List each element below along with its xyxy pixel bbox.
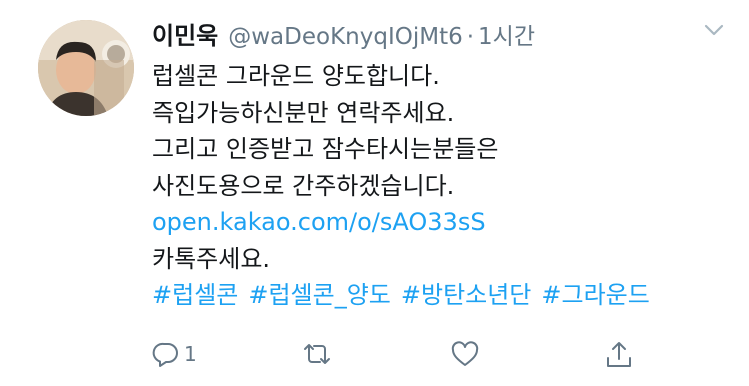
tweet-text: 럽셀콘 그라운드 양도합니다. 즉입가능하신분만 연락주세요. 그리고 인증받고…	[152, 58, 732, 314]
hashtag[interactable]: #방탄소년단	[401, 281, 532, 309]
reply-count: 1	[184, 342, 197, 366]
tweet: 이민욱 @waDeoKnyqIOjMt6 · 1시간 럽셀콘 그라운드 양도합니…	[0, 0, 749, 386]
tweet-line: 사진도용으로 간주하겠습니다.	[152, 171, 455, 200]
tweet-link[interactable]: open.kakao.com/o/sAO33sS	[152, 204, 732, 241]
avatar-photo	[38, 20, 134, 116]
tweet-line: 럽셀콘 그라운드 양도합니다.	[152, 62, 440, 90]
user-handle[interactable]: @waDeoKnyqIOjMt6	[228, 24, 462, 50]
action-bar: 1	[152, 340, 642, 380]
retweet-icon	[304, 344, 330, 364]
share-button[interactable]	[604, 340, 634, 370]
like-button[interactable]	[450, 340, 480, 368]
reply-button[interactable]: 1	[152, 340, 197, 368]
hashtag-list: #럽셀콘 #럽셀콘_양도 #방탄소년단 #그라운드	[152, 277, 732, 314]
user-name[interactable]: 이민욱	[152, 16, 218, 51]
tweet-line: 그리고 인증받고 잠수타시는분들은	[152, 135, 499, 163]
reply-icon	[152, 342, 178, 367]
tweet-header: 이민욱 @waDeoKnyqIOjMt6 · 1시간	[152, 16, 535, 51]
timestamp[interactable]: 1시간	[478, 17, 535, 51]
tweet-line: 카톡주세요.	[152, 244, 271, 273]
avatar[interactable]	[38, 20, 134, 116]
separator: ·	[466, 24, 475, 50]
retweet-button[interactable]	[300, 340, 334, 368]
tweet-line: 즉입가능하신분만 연락주세요.	[152, 98, 455, 127]
heart-icon	[451, 341, 479, 366]
hashtag[interactable]: #럽셀콘_양도	[248, 281, 391, 309]
chevron-down-icon[interactable]	[703, 22, 725, 38]
hashtag[interactable]: #그라운드	[541, 281, 649, 309]
hashtag[interactable]: #럽셀콘	[152, 281, 238, 309]
share-icon	[607, 342, 631, 367]
